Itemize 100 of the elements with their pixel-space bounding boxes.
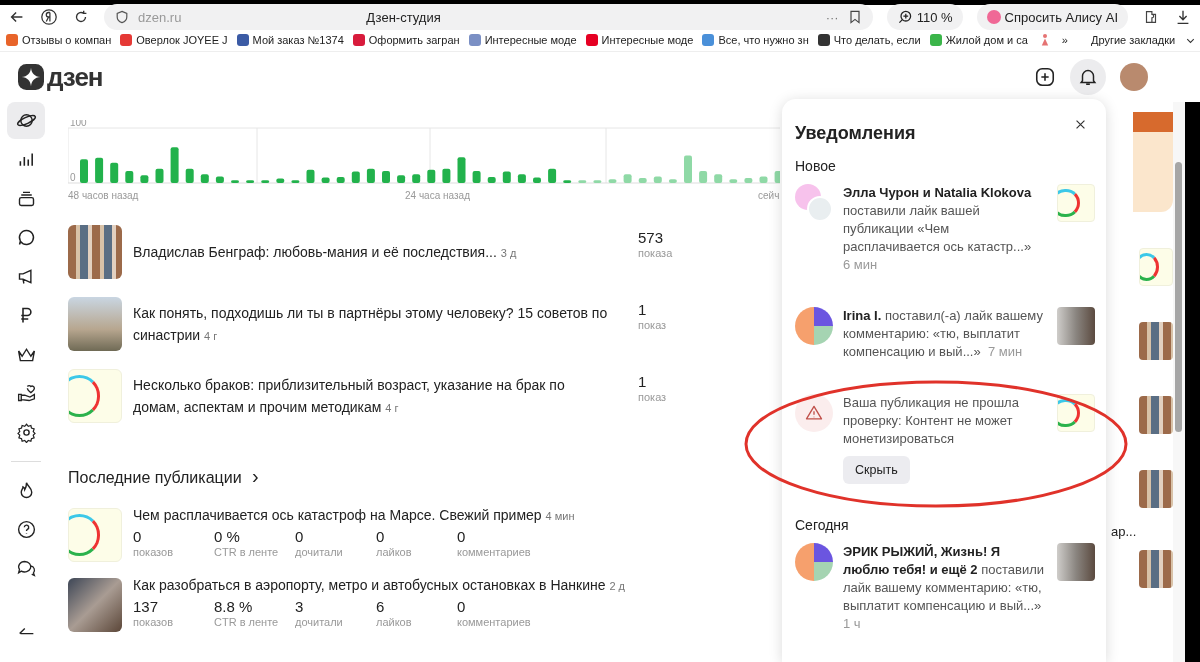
chart-bar <box>170 147 179 183</box>
axis-label: 0 <box>70 172 76 183</box>
chart-bar <box>80 159 88 183</box>
stat-value: 0 <box>295 528 305 546</box>
bookmark-link[interactable]: Мой заказ №1374 <box>236 34 344 46</box>
page-title: Дзен-студия <box>365 9 442 25</box>
bookmark-link[interactable]: Интересные моде <box>468 34 577 46</box>
stat-value: 1 <box>638 301 648 319</box>
stat-value: 0 <box>457 528 467 546</box>
thumbnail-image <box>1139 470 1173 508</box>
bookmark-link[interactable]: Оформить загран <box>352 34 460 46</box>
yandex-logo-icon[interactable] <box>40 8 58 26</box>
warning-icon <box>795 394 833 432</box>
chart-bar <box>185 168 194 183</box>
logo-icon[interactable] <box>18 64 44 90</box>
publication-title[interactable]: Чем расплачивается ось катастроф на Марсе. Свежий пример 4 мин <box>133 506 575 525</box>
chart-bar <box>729 179 738 183</box>
bookmark-link[interactable]: Что делать, если <box>817 34 921 46</box>
more-bookmarks-text[interactable]: » <box>1061 34 1068 46</box>
cut-text: ар... <box>1111 524 1137 539</box>
thumbnail-image <box>1139 550 1173 588</box>
chart-bar <box>291 180 300 183</box>
notification-text[interactable]: Элла Чурон и Natalia Klokova поставили лайк вашей публикации «Чем расплачивается ось катастр...» 6 мин <box>843 184 1047 274</box>
more-text[interactable]: ··· <box>825 9 839 25</box>
stat-label: CTR в ленте <box>214 616 280 628</box>
chart-bar <box>457 157 466 183</box>
chart-bar <box>533 177 541 183</box>
thumbnail-image[interactable] <box>68 297 122 351</box>
planet-icon[interactable] <box>7 102 45 139</box>
stat-label: показ <box>638 391 667 403</box>
panel-title: Уведомления <box>795 123 916 144</box>
hide-button[interactable]: Скрыть <box>843 456 910 484</box>
scrollbar-thumb[interactable] <box>1175 162 1182 432</box>
publication-title[interactable]: Владислав Бенграф: любовь-мания и её последствия... 3 д <box>133 240 613 264</box>
thumbnail-image[interactable] <box>68 225 122 279</box>
chart-bar <box>397 175 406 183</box>
stat-label: лайков <box>376 546 413 558</box>
chart-bar <box>276 178 285 183</box>
thumbnail-image[interactable] <box>1057 307 1095 345</box>
chart-bar <box>744 178 753 183</box>
stat-label: показа <box>638 247 673 259</box>
chart-bar <box>246 180 255 183</box>
chart-bar <box>759 176 768 183</box>
chart-bar <box>140 175 149 183</box>
bookmark-link[interactable]: Интересные моде <box>585 34 694 46</box>
other-bookmarks-link[interactable]: Другие закладки <box>1090 34 1176 46</box>
add-icon[interactable] <box>1034 66 1056 88</box>
stat-label: показов <box>133 616 174 628</box>
stat-value: 0 % <box>214 528 241 546</box>
thumbnail-image[interactable] <box>1057 543 1095 581</box>
alice-button[interactable]: Спросить Алису AI <box>976 4 1128 30</box>
thumbnail-image[interactable] <box>68 578 122 632</box>
chart-bar <box>608 179 617 183</box>
chart-bar <box>336 176 345 183</box>
publication-title[interactable]: Как разобраться в аэропорту, метро и автобусных остановках в Нанкине 2 д <box>133 576 626 595</box>
chart-bar <box>442 168 451 183</box>
chart-bar <box>487 176 496 183</box>
chart-bar <box>638 178 647 183</box>
section-label: Сегодня <box>795 517 850 533</box>
address-bar[interactable]: dzen.ru Дзен-студия ··· <box>104 4 873 30</box>
chart-bar <box>215 176 224 183</box>
close-icon[interactable] <box>1075 119 1086 130</box>
avatar[interactable] <box>1120 63 1148 91</box>
notification-text[interactable]: Irina I. поставил(-а) лайк вашему комментарию: «тю, выплатит компенсацию и вый...» 7 мин <box>843 307 1047 361</box>
bookmark-link[interactable]: Все, что нужно зн <box>702 34 809 46</box>
chart-bar <box>427 169 436 183</box>
chart-bar <box>517 174 526 183</box>
thumbnail-image <box>1139 322 1173 360</box>
stat-value: 0 <box>133 528 143 546</box>
stat-label: показ <box>638 319 667 331</box>
chart-bar <box>472 170 481 183</box>
stat-label: комментариев <box>457 616 532 628</box>
notification-text[interactable]: ЭРИК РЫЖИЙ, Жизнь! Я люблю тебя! и ещё 2 поставили лайк вашему комментарию: «тю, выплатит компенсацию и вый...» 1 ч <box>843 543 1047 633</box>
notification-text[interactable]: Ваша публикация не прошла проверку: Контент не может монетизироваться <box>843 394 1047 448</box>
chart-bar <box>261 180 270 183</box>
chart-bar <box>382 170 390 183</box>
avatar <box>795 307 833 345</box>
chart-bar <box>110 162 119 183</box>
publication-title[interactable]: Как понять, подходишь ли ты в партнёры этому человеку? 15 советов по синастрии 4 г <box>133 301 613 347</box>
shield-icon <box>114 9 130 25</box>
section-heading[interactable]: Последние публикации › <box>68 465 259 488</box>
notifications-button[interactable] <box>1070 59 1106 95</box>
chart-bar <box>200 174 209 183</box>
chart-bar <box>321 177 330 183</box>
zoom-in-icon <box>896 9 913 25</box>
bookmark-link[interactable]: Отзывы о компан <box>6 34 112 46</box>
zoom-button[interactable]: 110 % <box>886 4 963 30</box>
bookmark-link[interactable]: Жилой дом и са <box>929 34 1028 46</box>
logo-text[interactable]: дзен <box>47 61 103 93</box>
chart-bar <box>231 180 239 183</box>
chart-bar <box>366 168 375 183</box>
bookmark-link[interactable]: Оверлок JOYEE J <box>120 34 228 46</box>
stat-value: 0 <box>376 528 386 546</box>
chart-bar <box>563 180 572 183</box>
stat-label: дочитали <box>295 546 344 558</box>
chart-bar <box>502 171 511 183</box>
url-text: dzen.ru <box>138 9 182 25</box>
publication-title[interactable]: Несколько браков: приблизительный возраст, указание на брак по домам, аспектам и прочим методикам 4 г <box>133 373 613 419</box>
thumbnail-image <box>1139 396 1173 434</box>
chart-bar <box>155 168 164 183</box>
